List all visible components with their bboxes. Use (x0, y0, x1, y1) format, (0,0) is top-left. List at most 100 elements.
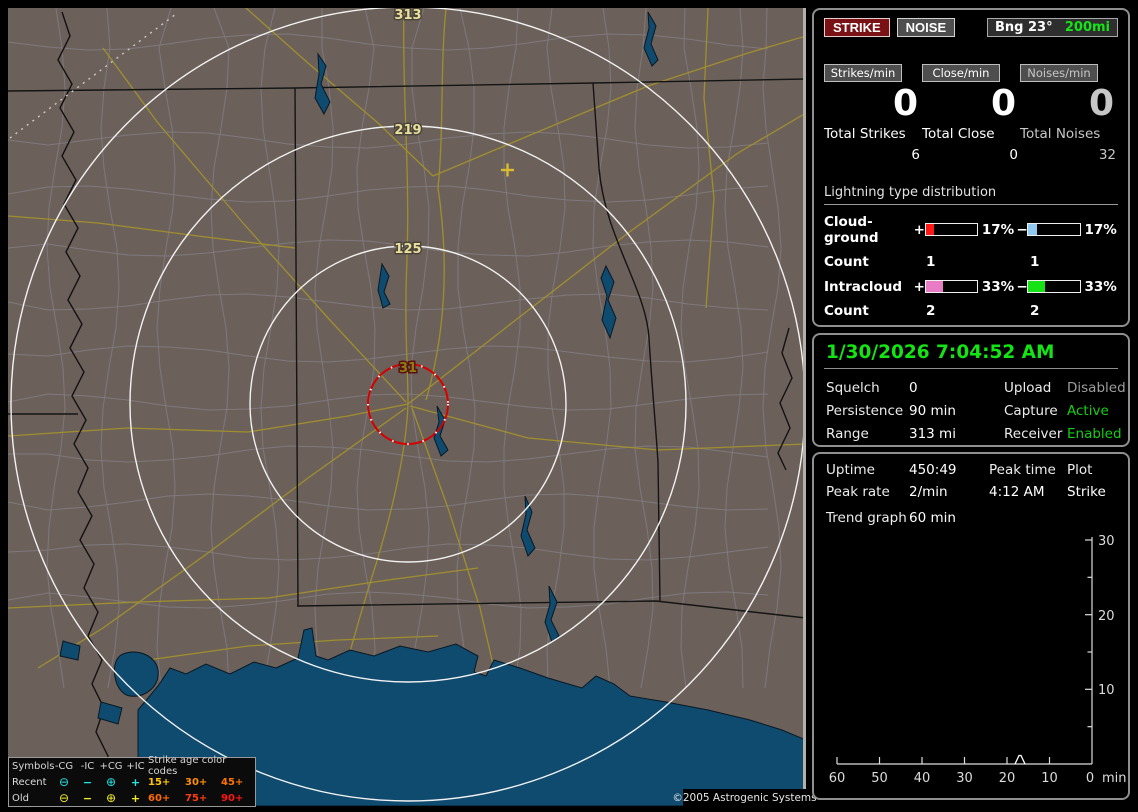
ic-positive-fill (925, 281, 943, 293)
range-value: 200mi (1064, 20, 1110, 35)
trend-graph: 30 20 10 60 50 40 30 20 10 0 min (829, 534, 1127, 786)
ring-label-219: 219 (394, 123, 421, 138)
total-noises-value: 32 (1098, 146, 1116, 163)
ring-label-31: 31 (399, 361, 417, 376)
cg-positive-fill (925, 224, 935, 236)
plus-sign: + (913, 278, 925, 295)
noise-toggle-button[interactable]: NOISE (896, 18, 956, 37)
distribution-title: Lightning type distribution (824, 185, 1118, 205)
legend-col-neg-cg: -CG (54, 760, 74, 772)
x-tick-50: 50 (871, 771, 888, 786)
map-edge-strip (803, 8, 806, 806)
strike-toggle-button[interactable]: STRIKE (824, 18, 890, 37)
map-canvas: 313 219 125 31 (8, 8, 806, 806)
ic-positive-pct: 33% (981, 278, 1015, 295)
plot-value: Strike (1067, 484, 1106, 500)
bearing-range-display: Bng 23° 200mi (987, 18, 1118, 37)
legend-row-old-label: Old (12, 792, 29, 804)
squelch-label: Squelch (826, 380, 880, 396)
total-close-value: 0 (1009, 146, 1018, 163)
count-label: Count (824, 302, 869, 319)
ring-label-313: 313 (394, 8, 421, 23)
lightning-map[interactable]: 313 219 125 31 (8, 8, 806, 806)
ic-negative-count: 2 (1030, 302, 1040, 319)
persistence-value: 90 min (909, 403, 956, 419)
cg-negative-fill (1028, 224, 1038, 236)
close-per-min-value: 0 (990, 83, 1016, 124)
total-strikes-label: Total Strikes (824, 125, 906, 142)
stats-grid: Uptime 450:49 Peak time Plot Peak rate 2… (824, 462, 1118, 500)
circle-plus-icon: ⊕ (105, 791, 117, 805)
count-label: Count (824, 253, 869, 270)
status-grid: Squelch 0 Upload Disabled Persistence 90… (824, 380, 1126, 442)
legend-row-recent-label: Recent (12, 776, 47, 788)
range-label: Range (826, 426, 869, 442)
capture-label: Capture (1004, 403, 1058, 419)
persistence-label: Persistence (826, 403, 904, 419)
uptime-label: Uptime (826, 462, 875, 478)
y-tick-30: 30 (1098, 534, 1115, 549)
close-per-min-badge: Close/min (922, 64, 1000, 82)
cg-negative-pct: 17% (1084, 221, 1117, 238)
x-tick-0: 0 (1086, 771, 1094, 786)
circle-plus-icon: ⊕ (105, 775, 117, 789)
intracloud-count-row: Count 2 2 (824, 303, 1118, 319)
y-tick-10: 10 (1098, 683, 1115, 698)
age-code-45: 45+ (221, 776, 244, 788)
cg-negative-bar (1027, 223, 1081, 237)
circle-minus-icon: ⊖ (58, 775, 70, 789)
strikes-per-min-badge: Strikes/min (824, 64, 902, 82)
x-tick-20: 20 (999, 771, 1016, 786)
trend-graph-value: 60 min (909, 510, 956, 526)
cg-negative-count: 1 (1030, 253, 1040, 270)
plot-label: Plot (1067, 462, 1093, 478)
legend-age-header: Strike age color codes (148, 755, 227, 777)
upload-label: Upload (1004, 380, 1052, 396)
circle-minus-icon: ⊖ (58, 791, 70, 805)
age-code-15: 15+ (148, 776, 171, 788)
stats-panel: Uptime 450:49 Peak time Plot Peak rate 2… (812, 452, 1130, 800)
plus-sign: + (913, 221, 925, 238)
copyright-text: ©2005 Astrogenic Systems (672, 789, 817, 806)
legend-col-pos-ic: +IC (126, 760, 145, 772)
peak-rate-value: 2/min (909, 484, 948, 500)
minus-icon: − (82, 791, 93, 805)
ic-negative-pct: 33% (1084, 278, 1117, 295)
uptime-value: 450:49 (909, 462, 957, 478)
plus-icon: + (130, 791, 141, 805)
x-tick-30: 30 (956, 771, 973, 786)
noises-per-min-badge: Noises/min (1020, 64, 1098, 82)
counters-panel: STRIKE NOISE Bng 23° 200mi Strikes/min 0… (812, 8, 1130, 327)
receiver-label: Receiver (1004, 426, 1063, 442)
cloud-ground-count-row: Count 1 1 (824, 254, 1118, 270)
cloud-ground-row: Cloud-ground + 17% − 17% (824, 214, 1118, 246)
ic-negative-fill (1028, 281, 1046, 293)
minus-icon: − (82, 775, 93, 789)
ic-positive-bar (924, 280, 978, 294)
close-counter-column: Close/min 0 Total Close 0 (922, 64, 1020, 163)
x-tick-40: 40 (914, 771, 931, 786)
status-panel: 1/30/2026 7:04:52 AM Squelch 0 Upload Di… (812, 333, 1130, 447)
datetime-display: 1/30/2026 7:04:52 AM (824, 341, 1118, 369)
map-legend: Symbols -CG -IC +CG +IC Strike age color… (8, 755, 256, 807)
squelch-value: 0 (909, 380, 918, 396)
total-close-label: Total Close (922, 125, 995, 142)
cg-positive-pct: 17% (981, 221, 1015, 238)
ic-positive-count: 2 (926, 302, 936, 319)
strikes-per-min-value: 0 (892, 83, 918, 124)
x-tick-60: 60 (829, 771, 846, 786)
strikes-counter-column: Strikes/min 0 Total Strikes 6 (824, 64, 922, 163)
y-tick-20: 20 (1098, 609, 1115, 624)
trend-peak-spike (1014, 754, 1026, 765)
rate-counters: Strikes/min 0 Total Strikes 6 Close/min … (824, 64, 1118, 163)
age-code-60: 60+ (148, 792, 171, 804)
ic-negative-bar (1027, 280, 1081, 294)
cloud-ground-label: Cloud-ground (824, 213, 879, 246)
capture-value: Active (1067, 403, 1109, 419)
legend-symbols-header: Symbols (12, 760, 55, 772)
intracloud-row: Intracloud + 33% − 33% (824, 279, 1118, 295)
age-code-75: 75+ (185, 792, 208, 804)
trend-graph-label: Trend graph (826, 510, 907, 526)
trend-graph-setting: Trend graph 60 min (824, 510, 1118, 526)
legend-col-neg-ic: -IC (80, 760, 95, 772)
